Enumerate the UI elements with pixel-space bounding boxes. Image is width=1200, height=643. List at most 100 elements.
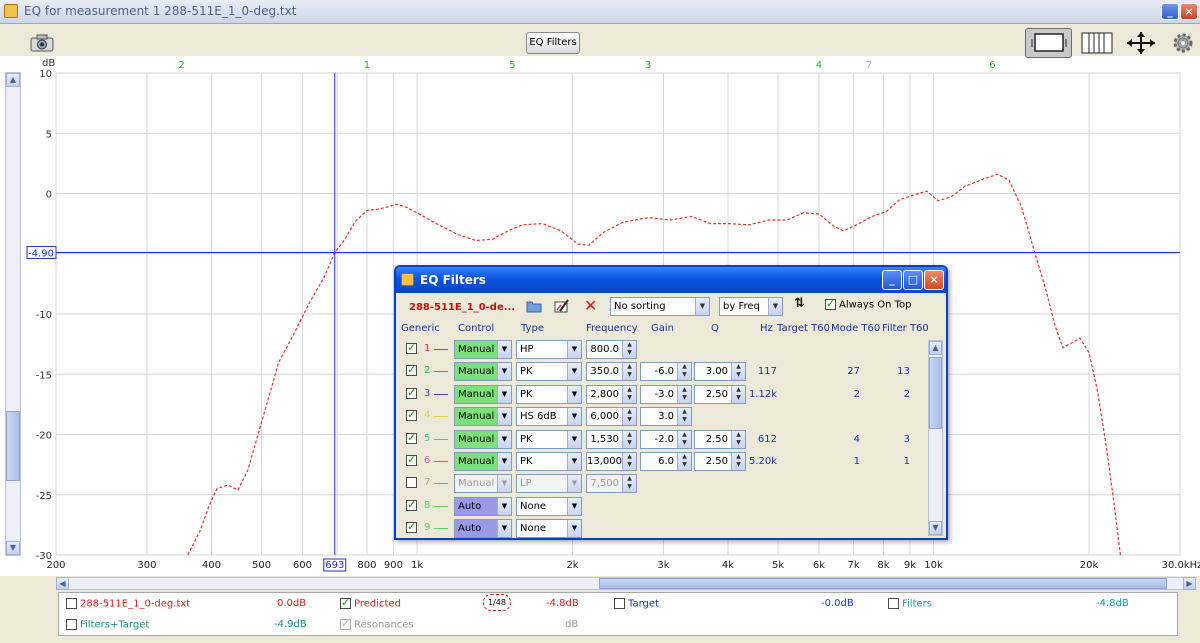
- horizontal-scroll-thumb[interactable]: [599, 578, 1167, 589]
- type-select[interactable]: PK ▼: [516, 362, 582, 382]
- type-select[interactable]: HS 6dB ▼: [516, 407, 582, 427]
- sorting-select[interactable]: No sorting ▼: [610, 297, 710, 316]
- q-field[interactable]: 2.50 ▲ ▼: [694, 384, 746, 404]
- control-select[interactable]: Auto ▼: [454, 519, 512, 539]
- gain-field[interactable]: -3.0 ▲ ▼: [640, 384, 692, 404]
- gain-field[interactable]: 3.0 ▲ ▼: [640, 407, 692, 427]
- fit-arrows-icon[interactable]: [1124, 30, 1158, 56]
- filter-table-scroll-thumb[interactable]: [929, 357, 942, 429]
- spinner-icon[interactable]: ▲ ▼: [622, 385, 636, 403]
- frequency-field[interactable]: 7,500 ▲ ▼: [586, 474, 637, 494]
- scroll-left-icon[interactable]: ◀: [56, 577, 69, 590]
- filter-enable-checkbox[interactable]: [406, 386, 417, 399]
- spinner-icon[interactable]: ▲ ▼: [677, 408, 691, 426]
- frequency-field[interactable]: 6,000 ▲ ▼: [586, 407, 637, 427]
- frequency-field[interactable]: 13,000 ▲ ▼: [586, 452, 637, 471]
- control-select[interactable]: Manual ▼: [454, 340, 512, 359]
- dialog-close-button[interactable]: ×: [924, 270, 944, 290]
- frequency-field[interactable]: 2,800 ▲ ▼: [586, 384, 637, 404]
- legend-predicted[interactable]: Predicted: [340, 596, 401, 610]
- gain-field[interactable]: 6.0 ▲ ▼: [640, 452, 692, 471]
- filter-enable-checkbox[interactable]: [406, 498, 417, 511]
- scroll-right-icon[interactable]: ▶: [1183, 577, 1196, 590]
- predicted-checkbox[interactable]: [340, 596, 351, 609]
- gear-icon[interactable]: [1172, 32, 1194, 54]
- type-select[interactable]: PK ▼: [516, 429, 582, 449]
- columns-icon[interactable]: [1080, 30, 1114, 56]
- legend-filters[interactable]: Filters: [888, 598, 932, 610]
- dialog-minimize-button[interactable]: _: [882, 270, 902, 290]
- spinner-icon[interactable]: ▲ ▼: [677, 453, 691, 470]
- q-field[interactable]: 2.50 ▲ ▼: [694, 452, 746, 471]
- filter-enable-checkbox[interactable]: [406, 408, 417, 422]
- legend-filters-target[interactable]: Filters+Target: [66, 619, 149, 631]
- spinner-icon[interactable]: ▲ ▼: [622, 475, 636, 493]
- spinner-icon[interactable]: ▲ ▼: [677, 430, 691, 448]
- type-select[interactable]: None ▼: [516, 496, 582, 516]
- control-select[interactable]: Manual ▼: [454, 362, 512, 382]
- always-on-top-toggle[interactable]: Always On Top: [825, 297, 912, 311]
- vertical-scrollbar[interactable]: ▲ ▼: [5, 72, 21, 556]
- delete-icon[interactable]: ✕: [584, 296, 597, 315]
- camera-icon[interactable]: [30, 34, 54, 52]
- legend-measurement[interactable]: 288-511E_1_0-deg.txt: [66, 598, 190, 610]
- filter-enable-checkbox[interactable]: [406, 341, 417, 354]
- frequency-field[interactable]: 1,530 ▲ ▼: [586, 429, 637, 449]
- folder-icon[interactable]: [526, 299, 542, 313]
- filter-marker[interactable]: 2: [178, 60, 184, 71]
- spinner-icon[interactable]: ▲ ▼: [622, 453, 636, 470]
- spinner-icon[interactable]: ▲ ▼: [677, 385, 691, 403]
- spinner-icon[interactable]: ▲ ▼: [622, 408, 636, 426]
- type-select[interactable]: None ▼: [516, 519, 582, 539]
- spinner-icon[interactable]: ▲ ▼: [677, 363, 691, 381]
- resonances-checkbox[interactable]: [340, 617, 351, 630]
- type-select[interactable]: LP ▼: [516, 474, 582, 494]
- sort-by-select[interactable]: by Freq ▼: [719, 297, 783, 316]
- type-select[interactable]: PK ▼: [516, 384, 582, 404]
- gain-field[interactable]: -6.0 ▲ ▼: [640, 362, 692, 382]
- filter-enable-checkbox[interactable]: [406, 477, 417, 489]
- filter-enable-checkbox[interactable]: [406, 520, 417, 534]
- control-select[interactable]: Manual ▼: [454, 384, 512, 404]
- minimize-button[interactable]: _: [1161, 3, 1179, 20]
- filter-marker[interactable]: 5: [509, 60, 515, 71]
- dialog-maximize-button[interactable]: □: [903, 270, 923, 290]
- control-select[interactable]: Manual ▼: [454, 474, 512, 494]
- scroll-down-icon[interactable]: ▼: [929, 521, 942, 535]
- frequency-field[interactable]: 350.0 ▲ ▼: [586, 362, 637, 382]
- filters-checkbox[interactable]: [888, 598, 899, 609]
- filter-enable-checkbox[interactable]: [406, 363, 417, 377]
- filter-enable-checkbox[interactable]: [406, 453, 417, 466]
- filter-marker[interactable]: 6: [989, 60, 995, 71]
- always-on-top-checkbox[interactable]: [825, 297, 836, 310]
- q-field[interactable]: 3.00 ▲ ▼: [694, 362, 746, 382]
- eq-filters-button[interactable]: EQ Filters: [526, 32, 580, 54]
- filter-marker[interactable]: 3: [645, 60, 651, 71]
- legend-target[interactable]: Target: [614, 598, 659, 610]
- control-select[interactable]: Manual ▼: [454, 452, 512, 471]
- measurement-checkbox[interactable]: [66, 598, 77, 609]
- spinner-icon[interactable]: ▲ ▼: [622, 430, 636, 448]
- control-select[interactable]: Manual ▼: [454, 407, 512, 427]
- edit-chart-icon[interactable]: [554, 299, 570, 313]
- sort-direction-icon[interactable]: ⇅: [794, 296, 805, 311]
- filter-enable-checkbox[interactable]: [406, 431, 417, 444]
- legend-resonances[interactable]: Resonances: [340, 617, 414, 631]
- filter-table-scrollbar[interactable]: ▲ ▼: [928, 340, 943, 536]
- close-button[interactable]: ×: [1180, 3, 1198, 20]
- scroll-up-icon[interactable]: ▲: [6, 73, 20, 87]
- frequency-field[interactable]: 800.0 ▲ ▼: [586, 340, 637, 359]
- scroll-down-icon[interactable]: ▼: [6, 541, 20, 555]
- spinner-icon[interactable]: ▲ ▼: [622, 341, 636, 358]
- control-select[interactable]: Manual ▼: [454, 429, 512, 449]
- eq-dialog-title-bar[interactable]: EQ Filters _ □ ×: [396, 267, 946, 293]
- q-field[interactable]: 2.50 ▲ ▼: [694, 429, 746, 449]
- filters-target-checkbox[interactable]: [66, 619, 77, 630]
- type-select[interactable]: PK ▼: [516, 452, 582, 471]
- vertical-scroll-thumb[interactable]: [6, 411, 20, 481]
- type-select[interactable]: HP ▼: [516, 340, 582, 359]
- gain-field[interactable]: -2.0 ▲ ▼: [640, 429, 692, 449]
- filter-marker[interactable]: 4: [816, 60, 822, 71]
- horizontal-scrollbar[interactable]: ◀ ▶: [56, 577, 1196, 590]
- layout-graph-button[interactable]: [1025, 28, 1072, 58]
